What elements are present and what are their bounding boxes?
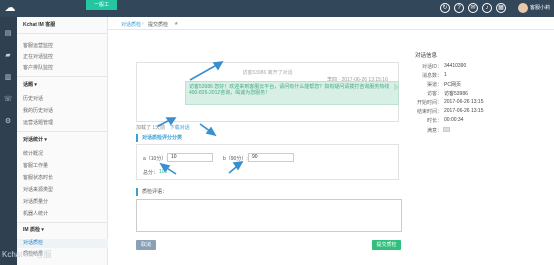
menu-item-agent-monitor[interactable]: 客服运营监控 (17, 42, 108, 51)
chat-system-notice: 访客53986 离开了对话 (242, 70, 293, 76)
phone-icon[interactable]: ☏ (3, 95, 13, 104)
info-label: 满意： (426, 128, 442, 134)
menu-item-my-history[interactable]: 我的历史对话 (17, 107, 108, 116)
info-value: 1 (444, 72, 447, 78)
info-value: 2017-06-26 13:15 (444, 99, 484, 105)
breadcrumb-item-qc[interactable]: 对话质检 (121, 21, 141, 28)
breadcrumb: 对话质检 › 提交质检 ★ (108, 17, 554, 30)
refresh-icon[interactable]: ↻ (440, 3, 450, 13)
info-value: 34410390 (444, 63, 467, 69)
arrow-to-title (199, 123, 215, 135)
info-value: 2017-06-26 13:15 (444, 108, 484, 114)
menu-divider (17, 76, 108, 77)
satisfaction-toggle[interactable] (443, 127, 450, 132)
bubble-tail (394, 83, 399, 91)
field-a-label: a（10分）: (143, 156, 168, 162)
menu-item-qc[interactable]: 对话质检 (17, 239, 108, 248)
avatar[interactable] (518, 3, 528, 13)
info-label: 开始时间： (416, 100, 442, 106)
info-label: 访客： (426, 91, 442, 97)
breadcrumb-separator: › (142, 21, 144, 27)
mail-icon[interactable]: ✉ (468, 3, 478, 13)
chat-transcript: 访客53986 离开了对话 李四 · 2017-06-26 13:15:16 访… (136, 62, 399, 122)
conversation-info-panel: 对话信息 对话ID： 34410390 消息数： 1 渠道： PC网页 访客： … (410, 50, 554, 150)
menu-item-status-duration[interactable]: 客服状态时长 (17, 174, 108, 183)
total-score-value: 100 (159, 169, 168, 175)
menu-item-live-chat-monitor[interactable]: 正在对话监控 (17, 53, 108, 62)
icon-rail: ▤ ▰ ▥ ☏ ⚙ (0, 17, 17, 265)
info-value: 00:00:34 (444, 117, 464, 123)
menu-section-topics[interactable]: 话题 ▾ (17, 81, 108, 90)
book-icon[interactable]: ▥ (3, 73, 13, 82)
star-icon[interactable]: ★ (174, 21, 178, 27)
menu-item-history[interactable]: 历史对话 (17, 95, 108, 104)
menu-item-source-type[interactable]: 对话来源类型 (17, 186, 108, 195)
watermark: Kchat IM 客服 (2, 250, 52, 259)
menu-item-quality-score[interactable]: 对话质量分 (17, 198, 108, 207)
rating-form: a（10分）: 10 b（90分）: 90 总分： 100 (136, 144, 399, 180)
chat-icon[interactable]: ▰ (3, 51, 13, 60)
cancel-button[interactable]: 取消 (136, 240, 156, 250)
chart-icon[interactable]: ▤ (3, 29, 13, 38)
menu-divider (17, 33, 108, 34)
chat-links: 加载了 1天前 下载对话 (136, 124, 193, 131)
help-icon[interactable]: ? (454, 3, 464, 13)
breadcrumb-item-submit: 提交质检 (148, 22, 169, 28)
info-title: 对话信息 (415, 53, 438, 59)
menu-divider (17, 222, 108, 223)
settings-icon[interactable]: ⚙ (3, 117, 13, 126)
app-window: ☁ 一般工 ↻ ? ✉ ♪ ▦ 客服小莉 ▤ ▰ ▥ ☏ ⚙ Kchat IM … (0, 0, 554, 265)
download-chat-link[interactable]: 下载对话 (170, 125, 190, 131)
field-b-input[interactable]: 90 (248, 153, 294, 162)
info-label: 时长： (426, 118, 442, 124)
total-score-label: 总分： (143, 170, 159, 176)
info-label: 对话ID： (421, 64, 442, 70)
info-value: 访客53986 (444, 91, 468, 97)
field-a-input[interactable]: 10 (167, 153, 213, 162)
load-more-link[interactable]: 加载了 1天前 (136, 125, 165, 131)
menu-section-stats[interactable]: 对话统计 ▾ (17, 136, 108, 145)
bell-icon[interactable]: ♪ (482, 3, 492, 13)
info-label: 渠道： (426, 82, 442, 88)
field-b-label: b（90分）: (223, 156, 248, 162)
top-bar: ☁ 一般工 ↻ ? ✉ ♪ ▦ 客服小莉 (0, 0, 554, 17)
menu-item-overview[interactable]: 统计概况 (17, 150, 108, 159)
chat-message-bubble: 访客53986 您好！欢迎来到客服云平台，请问有什么能帮您？如有疑问请拨打咨询服… (185, 81, 399, 105)
menu-item-robot-stats[interactable]: 机器人统计 (17, 210, 108, 219)
menu-section-qc[interactable]: IM 质检 ▾ (17, 226, 108, 235)
topbar-tab[interactable]: 一般工 (86, 0, 117, 10)
menu-app-title: Kchat IM 客服 (23, 22, 56, 28)
menu-item-topic-admin[interactable]: 运营话题管理 (17, 119, 108, 128)
info-value: PC网页 (444, 82, 461, 88)
comment-textarea[interactable] (136, 199, 402, 232)
info-label: 结束时间： (416, 109, 442, 115)
comment-section-title: 质检评语： (136, 188, 399, 196)
cloud-logo-icon[interactable]: ☁ (3, 2, 17, 15)
menu-item-queue-monitor[interactable]: 客户排队监控 (17, 64, 108, 73)
menu-divider (17, 131, 108, 132)
sidebar-menu: Kchat IM 客服 客服运营监控 正在对话监控 客户排队监控 话题 ▾ 历史… (17, 17, 108, 265)
info-label: 消息数： (421, 73, 442, 79)
user-name[interactable]: 客服小莉 (530, 4, 550, 11)
grid-icon[interactable]: ▦ (496, 3, 506, 13)
menu-item-workload[interactable]: 客服工作量 (17, 162, 108, 171)
submit-qc-button[interactable]: 提交质检 (372, 240, 401, 250)
rating-section-title: 对话质检评分分类 (136, 134, 399, 142)
